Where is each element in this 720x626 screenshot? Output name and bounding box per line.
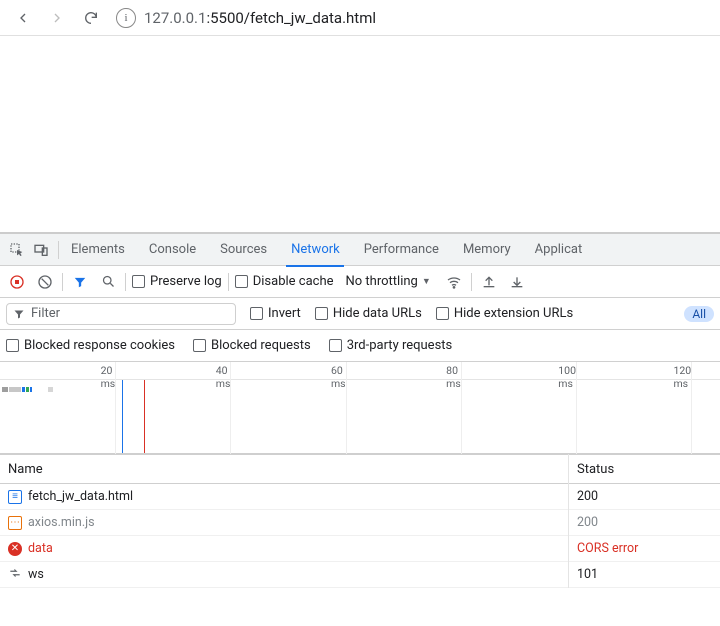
column-header-status[interactable]: Status [569, 454, 720, 484]
load-marker [144, 380, 145, 453]
disable-cache-checkbox[interactable]: Disable cache [235, 274, 334, 289]
invert-checkbox[interactable]: Invert [250, 306, 301, 321]
export-har-icon[interactable] [506, 271, 528, 293]
page-content-blank [0, 36, 720, 232]
devtools-panel: Elements Console Sources Network Perform… [0, 232, 720, 588]
site-info-icon[interactable]: i [116, 8, 136, 28]
blocked-requests-checkbox[interactable]: Blocked requests [193, 338, 311, 353]
tab-performance[interactable]: Performance [352, 234, 451, 266]
extra-filter-bar: Blocked response cookies Blocked request… [0, 330, 720, 362]
back-button[interactable] [8, 3, 38, 33]
error-icon: ✕ [8, 542, 22, 556]
url-text: 127.0.0.1:5500/fetch_jw_data.html [144, 9, 376, 27]
domcontentloaded-marker [122, 380, 123, 453]
separator [62, 273, 63, 291]
import-har-icon[interactable] [478, 271, 500, 293]
table-row[interactable]: ≡ fetch_jw_data.html [0, 484, 568, 510]
filter-placeholder: Filter [31, 306, 60, 321]
tab-application[interactable]: Applicat [523, 234, 583, 266]
filter-type-all[interactable]: All [684, 306, 714, 322]
network-conditions-icon[interactable] [443, 271, 465, 293]
device-toggle-icon[interactable] [30, 239, 52, 261]
separator [125, 273, 126, 291]
network-toolbar: Preserve log Disable cache No throttling… [0, 266, 720, 298]
timeline-mini-bars [2, 387, 53, 392]
clear-button[interactable] [34, 271, 56, 293]
separator [471, 273, 472, 291]
column-header-name[interactable]: Name [0, 454, 568, 484]
filter-bar: Filter Invert Hide data URLs Hide extens… [0, 298, 720, 330]
tab-network[interactable]: Network [279, 234, 352, 266]
status-cell: CORS error [569, 536, 720, 562]
url-bar[interactable]: i 127.0.0.1:5500/fetch_jw_data.html [116, 3, 712, 33]
document-icon: ≡ [8, 490, 22, 504]
third-party-checkbox[interactable]: 3rd-party requests [329, 338, 453, 353]
table-row[interactable]: ws [0, 562, 568, 588]
devtools-tab-strip: Elements Console Sources Network Perform… [0, 234, 720, 266]
tab-elements[interactable]: Elements [59, 234, 137, 266]
hide-extension-urls-checkbox[interactable]: Hide extension URLs [436, 306, 573, 321]
status-cell: 200 [569, 484, 720, 510]
filter-input[interactable]: Filter [6, 303, 236, 325]
preserve-log-checkbox[interactable]: Preserve log [132, 274, 222, 289]
hide-data-urls-checkbox[interactable]: Hide data URLs [315, 306, 422, 321]
inspect-element-icon[interactable] [6, 239, 28, 261]
timeline-overview[interactable]: 20 ms 40 ms 60 ms 80 ms 100 ms 120 ms [0, 362, 720, 454]
tab-memory[interactable]: Memory [451, 234, 523, 266]
table-row[interactable]: ✕ data [0, 536, 568, 562]
filter-toggle-icon[interactable] [69, 271, 91, 293]
search-icon[interactable] [97, 271, 119, 293]
status-cell: 101 [569, 562, 720, 588]
record-button[interactable] [6, 271, 28, 293]
request-name: fetch_jw_data.html [28, 489, 133, 504]
script-icon: ⋯ [8, 516, 22, 530]
separator [228, 273, 229, 291]
tab-console[interactable]: Console [137, 234, 208, 266]
browser-nav-bar: i 127.0.0.1:5500/fetch_jw_data.html [0, 0, 720, 36]
table-row[interactable]: ⋯ axios.min.js [0, 510, 568, 536]
request-name: axios.min.js [28, 515, 95, 530]
reload-button[interactable] [76, 3, 106, 33]
forward-button[interactable] [42, 3, 72, 33]
status-cell: 200 [569, 510, 720, 536]
request-name: data [28, 541, 53, 556]
blocked-response-cookies-checkbox[interactable]: Blocked response cookies [6, 338, 175, 353]
websocket-icon [8, 566, 22, 584]
throttling-select[interactable]: No throttling ▼ [340, 274, 437, 289]
chevron-down-icon: ▼ [422, 276, 431, 287]
request-table: Name ≡ fetch_jw_data.html ⋯ axios.min.js… [0, 454, 720, 588]
tab-sources[interactable]: Sources [208, 234, 279, 266]
request-name: ws [28, 567, 44, 582]
